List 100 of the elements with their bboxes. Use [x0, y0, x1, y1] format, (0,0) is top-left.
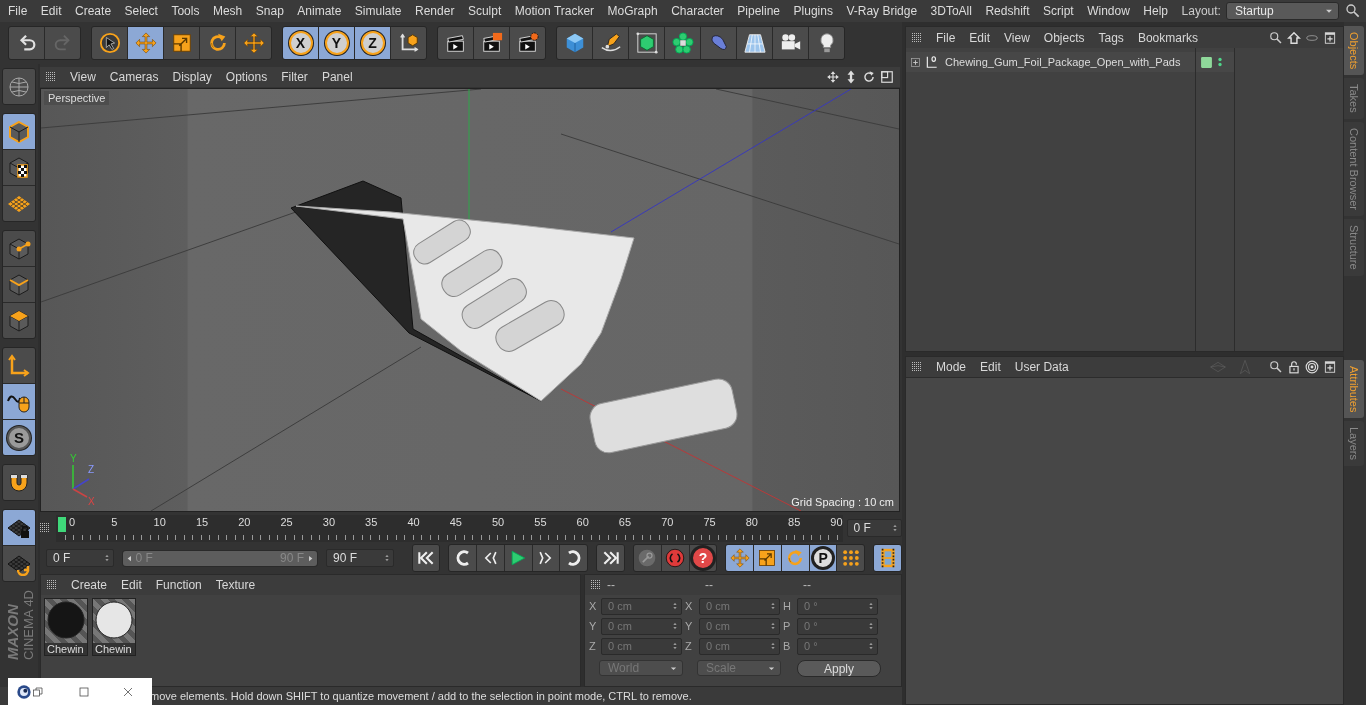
- floor-button[interactable]: [737, 27, 772, 59]
- menu-item[interactable]: Animate: [297, 4, 342, 18]
- snap-button[interactable]: S: [3, 420, 35, 455]
- menu-item[interactable]: Edit: [980, 360, 1001, 374]
- help-button[interactable]: ?: [689, 545, 717, 571]
- subdivision-button[interactable]: [629, 27, 664, 59]
- grip-icon[interactable]: [912, 362, 922, 372]
- tool-button[interactable]: [9, 27, 44, 59]
- next-key-button[interactable]: [560, 545, 588, 571]
- polygons-mode-button[interactable]: [3, 303, 35, 338]
- next-frame-button[interactable]: [532, 545, 560, 571]
- expand-icon[interactable]: [910, 56, 921, 68]
- render-view-button[interactable]: [474, 27, 509, 59]
- points-mode-button[interactable]: [3, 231, 35, 266]
- menu-item[interactable]: Tags: [1098, 30, 1124, 45]
- menu-item[interactable]: Simulate: [354, 4, 402, 18]
- apply-button[interactable]: Apply: [797, 660, 881, 677]
- close-icon[interactable]: [122, 685, 134, 698]
- home-icon[interactable]: [1287, 30, 1301, 45]
- menu-item[interactable]: Motion Tracker: [514, 4, 595, 18]
- render-button[interactable]: [438, 27, 473, 59]
- menu-item[interactable]: Tools: [171, 4, 200, 18]
- menu-item[interactable]: Window: [1087, 4, 1130, 18]
- selection-tool-button[interactable]: [92, 27, 127, 59]
- search-icon[interactable]: [1344, 3, 1361, 19]
- menu-item[interactable]: Options: [225, 70, 268, 84]
- menu-item[interactable]: File: [8, 4, 28, 18]
- last-frame-button[interactable]: [597, 545, 624, 571]
- menu-item[interactable]: Edit: [40, 4, 62, 18]
- menu-item[interactable]: Create: [75, 4, 112, 18]
- previous-frame-button[interactable]: [477, 545, 504, 571]
- menu-item[interactable]: Help: [1143, 4, 1169, 18]
- padlock-icon[interactable]: [1287, 360, 1301, 374]
- axis-lock-button[interactable]: Z: [355, 27, 390, 59]
- new-panel-icon[interactable]: [1323, 360, 1337, 374]
- menu-item[interactable]: Edit: [969, 30, 991, 45]
- workplane-align-button[interactable]: [3, 546, 35, 581]
- camera-label[interactable]: Perspective: [44, 91, 110, 105]
- menu-item[interactable]: Character: [671, 4, 724, 18]
- menu-item[interactable]: Sculpt: [467, 4, 502, 18]
- grip-icon[interactable]: [591, 580, 601, 590]
- menu-item[interactable]: Edit: [121, 578, 142, 592]
- tweak-mode-button[interactable]: [3, 384, 35, 419]
- magnet-button[interactable]: [3, 465, 35, 500]
- timeline-ruler[interactable]: 0 5 10 15 20 25 30 35 40 45 50 55 60 65 70 75 80 85 90: [56, 514, 843, 542]
- target-icon[interactable]: [1305, 360, 1319, 374]
- menu-item[interactable]: Redshift: [985, 4, 1030, 18]
- edges-mode-button[interactable]: [3, 267, 35, 302]
- menu-item[interactable]: Cameras: [109, 70, 159, 84]
- timeline-button[interactable]: [874, 545, 901, 571]
- grip-icon[interactable]: [46, 72, 56, 82]
- start-frame-field[interactable]: 0 F: [46, 549, 114, 567]
- menu-item[interactable]: Filter: [281, 70, 308, 84]
- material-thumbnail[interactable]: Chewin: [44, 598, 88, 656]
- scale-tool-button[interactable]: [164, 27, 199, 59]
- model-mode-button[interactable]: [3, 114, 35, 149]
- light-button[interactable]: [809, 27, 844, 59]
- rotate-icon[interactable]: [862, 70, 876, 84]
- first-frame-button[interactable]: [412, 545, 440, 571]
- record-button[interactable]: [661, 545, 689, 571]
- axis-lock-button[interactable]: Y: [319, 27, 354, 59]
- render-settings-button[interactable]: [510, 27, 545, 59]
- workplane-lock-button[interactable]: [3, 510, 35, 545]
- search-icon[interactable]: [1269, 30, 1283, 45]
- menu-item[interactable]: Create: [71, 578, 108, 592]
- axis-lock-button[interactable]: X: [283, 27, 318, 59]
- menu-item[interactable]: Pipeline: [737, 4, 781, 18]
- menu-item[interactable]: Objects: [1043, 30, 1085, 45]
- menu-item[interactable]: Bookmarks: [1137, 30, 1198, 45]
- new-panel-icon[interactable]: [1323, 30, 1337, 45]
- viewport-canvas[interactable]: Perspective Y Z X Grid Spacing : 10 cm: [40, 88, 900, 512]
- key-rotation-button[interactable]: [781, 545, 809, 571]
- menu-item[interactable]: View: [1004, 30, 1030, 45]
- menu-item[interactable]: File: [936, 30, 956, 45]
- grip-icon[interactable]: [40, 523, 50, 533]
- visibility-dots-icon[interactable]: [1215, 55, 1225, 69]
- key-points-button[interactable]: [837, 545, 865, 571]
- end-frame-field[interactable]: 90 F: [326, 549, 394, 567]
- transform-tool-button[interactable]: [236, 27, 271, 59]
- menu-item[interactable]: Render: [415, 4, 455, 18]
- workplane-mode-button[interactable]: [3, 186, 35, 221]
- menu-item[interactable]: MoGraph: [607, 4, 658, 18]
- pen-button[interactable]: [593, 27, 628, 59]
- menu-item[interactable]: View: [70, 70, 96, 84]
- axis-mode-button[interactable]: [3, 348, 35, 383]
- coordinate-system-button[interactable]: [391, 27, 426, 59]
- search-icon[interactable]: [1269, 360, 1283, 374]
- menu-item[interactable]: Panel: [321, 70, 353, 84]
- cube-button[interactable]: [557, 27, 592, 59]
- playhead[interactable]: [58, 516, 66, 532]
- menu-item[interactable]: V-Ray Bridge: [846, 4, 918, 18]
- grip-icon[interactable]: [47, 580, 57, 590]
- menu-item[interactable]: Display: [172, 70, 212, 84]
- rotate-tool-button[interactable]: [200, 27, 235, 59]
- menu-item[interactable]: Script: [1043, 4, 1074, 18]
- autokey-button[interactable]: [633, 545, 661, 571]
- menu-item[interactable]: Select: [124, 4, 158, 18]
- camera-button[interactable]: [773, 27, 808, 59]
- menu-item[interactable]: Texture: [215, 578, 256, 592]
- deformer-button[interactable]: [701, 27, 736, 59]
